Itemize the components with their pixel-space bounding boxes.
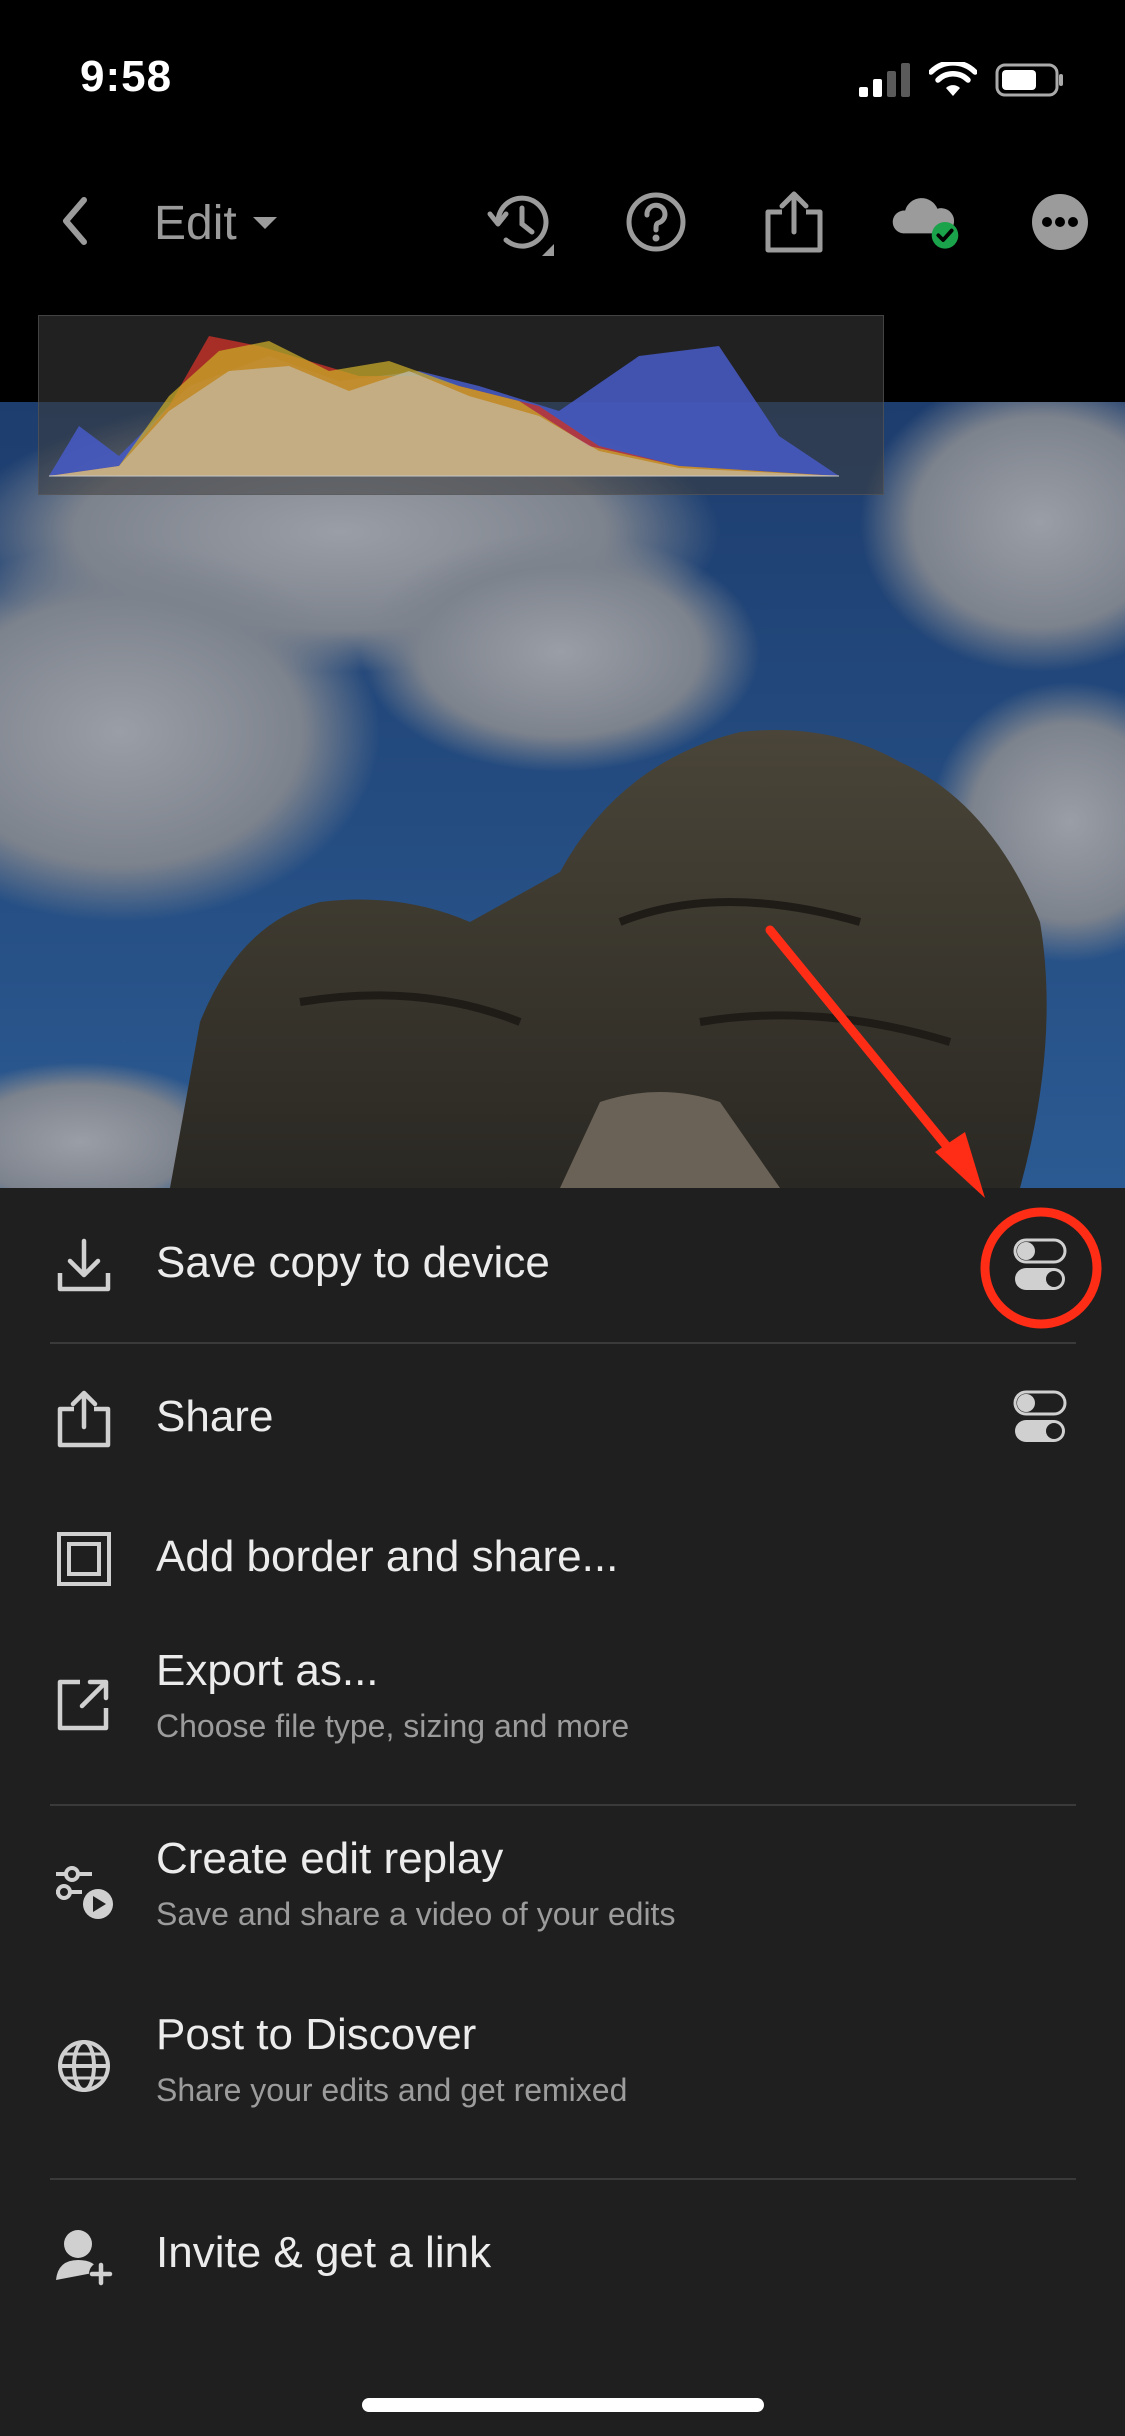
home-indicator bbox=[362, 2398, 764, 2412]
annotation-circle-icon bbox=[980, 1207, 1102, 1329]
annotation-overlay bbox=[765, 925, 1102, 1329]
annotation-arrow-icon bbox=[765, 925, 963, 1165]
